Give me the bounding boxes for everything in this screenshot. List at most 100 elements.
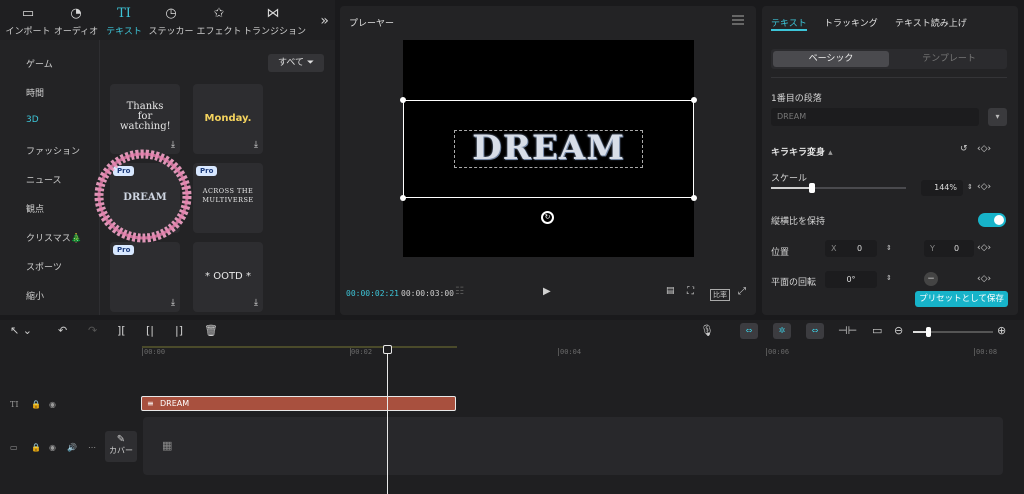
playhead[interactable] [387,346,388,494]
playhead-handle[interactable] [383,345,392,354]
scale-slider-fill [771,187,812,189]
keyframe-icon[interactable]: ‹◇› [977,243,991,253]
segment-template[interactable]: テンプレート [891,51,1007,67]
category-item[interactable]: 観点 [26,202,44,215]
scale-slider-track[interactable] [771,183,906,193]
text-template-card[interactable]: Monday. ⤓ [193,84,263,154]
tab-tracking[interactable]: トラッキング [824,16,878,29]
zoom-in-icon[interactable]: ⊕ [997,324,1006,337]
ratio-button[interactable]: 比率 [710,289,730,301]
more-icon[interactable]: ⋯ [88,443,96,452]
preview-axis-icon[interactable]: ⊣⊢ [838,324,857,337]
keyframe-icon[interactable]: ‹◇› [977,182,991,192]
volume-icon[interactable]: 🔊 [67,443,77,452]
fullscreen-icon[interactable]: ⤢ [738,286,746,297]
zoom-slider-handle[interactable] [926,327,931,337]
rotation-stepper-icon[interactable]: ⇕ [886,274,892,282]
video-track-icon: ▭ [10,443,18,452]
ruler-label: 00:02 [351,348,373,356]
caption-icon[interactable]: ▭ [872,324,882,337]
text-template-card[interactable]: * OOTD * ⤓ [193,242,263,312]
segment-basic[interactable]: ベーシック [773,51,889,67]
category-item[interactable]: ニュース [26,173,62,186]
rotation-input[interactable]: 0° [825,271,877,288]
ruler-label: 00:08 [976,348,998,356]
position-label: 位置 [771,248,790,258]
resize-handle[interactable] [400,195,406,201]
zoom-out-icon[interactable]: ⊖ [894,324,903,337]
menu-icon[interactable] [732,15,744,25]
resize-handle[interactable] [691,195,697,201]
rotation-label: 平面の回転 [771,278,817,288]
eye-icon[interactable]: ◉ [49,443,56,452]
ruler-tick [350,348,351,356]
undo-icon[interactable]: ↶ [58,324,67,337]
category-item[interactable]: 縮小 [26,289,44,302]
scale-input[interactable]: 144% [921,180,963,196]
eye-icon[interactable]: ◉ [49,400,56,409]
divider [771,77,1007,78]
tab-transition[interactable]: ⋈ トランジション [243,6,306,37]
text-template-card[interactable]: Pro ⤓ [110,242,180,312]
category-item-active[interactable]: 3D [26,115,39,125]
select-tool-icon[interactable]: ↖ ⌄ [10,324,32,337]
player-title: プレーヤー [349,19,395,29]
microphone-icon[interactable]: 🎙 [700,324,714,337]
play-icon[interactable]: ▶ [543,286,551,297]
resize-handle[interactable] [400,97,406,103]
download-icon[interactable]: ⤓ [254,140,258,150]
split-left-icon[interactable]: [| [146,324,154,337]
delete-icon[interactable]: 🗑 [204,324,218,337]
text-clip[interactable]: ≡ DREAM [141,396,456,411]
fit-icon[interactable]: ⛶ [687,286,694,297]
scale-slider-handle[interactable] [808,183,815,193]
download-icon[interactable]: ⤓ [254,298,258,308]
resize-handle[interactable] [691,97,697,103]
video-track-empty[interactable]: ▦ [143,417,1003,475]
active-tab-indicator [771,29,807,31]
rotate-handle-icon[interactable]: ↻ [541,211,554,224]
keep-ratio-toggle[interactable] [978,213,1006,227]
keyframe-icon[interactable]: ‹◇› [977,274,991,284]
link-icon[interactable]: ⇔ [806,323,824,339]
text-template-card[interactable]: Pro ACROSS THE MULTIVERSE [193,163,263,233]
snap-icon[interactable]: ✲ [773,323,791,339]
split-icon[interactable]: ][ [117,324,126,337]
highlight-circle [94,149,192,243]
tab-tts[interactable]: テキスト読み上げ [895,16,967,29]
quality-icon[interactable]: ▤ [666,286,675,296]
category-item[interactable]: スポーツ [26,260,62,273]
split-right-icon[interactable]: |] [175,324,183,337]
rotation-dial-icon[interactable]: − [924,272,938,286]
tab-text-props[interactable]: テキスト [771,16,807,29]
position-y-input[interactable]: Y 0 [924,240,974,257]
save-preset-button[interactable]: プリセットとして保存 [915,291,1008,307]
position-x-input[interactable]: X 0 [825,240,877,257]
cover-button[interactable]: ✎ カバー [105,431,137,462]
zoom-slider[interactable] [913,327,993,337]
scale-stepper-icon[interactable]: ⇕ [967,183,973,191]
redo-icon[interactable]: ↷ [88,324,97,337]
magnet-link-icon[interactable]: ⇔ [740,323,758,339]
reset-icon[interactable]: ↺ [960,144,968,154]
scale-label: スケール [771,174,808,184]
keyframe-icon[interactable]: ‹◇› [977,144,991,154]
lock-icon[interactable]: 🔒 [31,443,41,452]
filter-icon: ⏷ [306,58,315,68]
paragraph-dropdown-icon[interactable]: ▾ [988,108,1007,126]
lock-icon[interactable]: 🔒 [31,400,41,409]
keep-ratio-label: 縦横比を保持 [771,217,826,227]
category-item[interactable]: ファッション [26,144,80,157]
tab-effects[interactable]: ✩ エフェクト [191,6,247,37]
more-tabs-icon[interactable]: » [320,13,329,29]
collapse-icon[interactable]: ▴ [828,148,833,158]
paragraph-input[interactable]: DREAM [771,108,979,126]
filter-button[interactable]: すべて ⏷ [268,54,324,72]
category-item[interactable]: 時間 [26,86,44,99]
download-icon[interactable]: ⤓ [171,298,175,308]
total-time: 00:00:03:00 [401,289,454,298]
position-x-stepper-icon[interactable]: ⇕ [886,244,892,252]
category-item[interactable]: ゲーム [26,57,53,70]
preview-canvas[interactable]: DREAM ↻ [400,40,697,257]
category-item[interactable]: クリスマス🎄 [26,231,82,244]
